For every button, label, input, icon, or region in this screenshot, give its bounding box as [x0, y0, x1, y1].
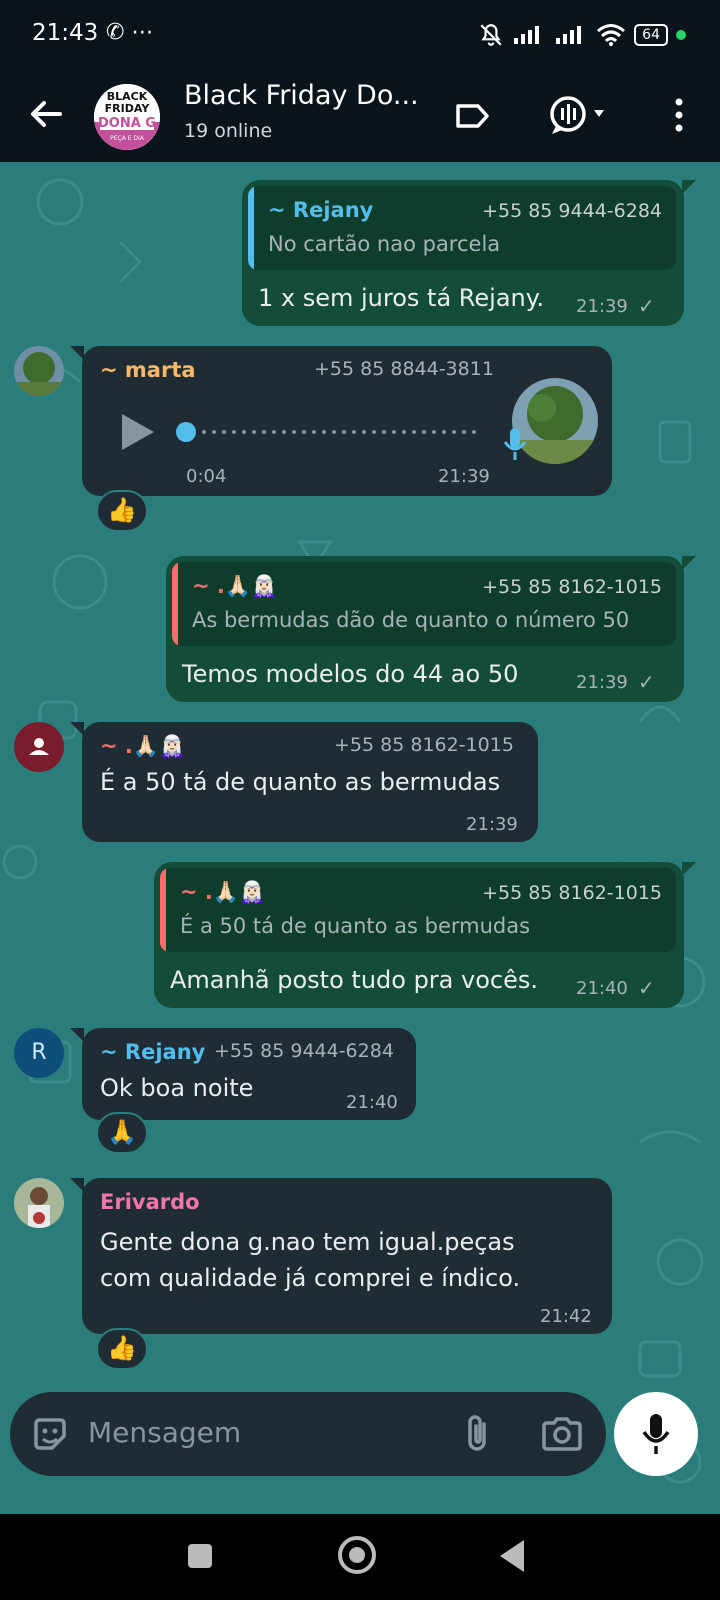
- back-arrow-icon[interactable]: [26, 94, 66, 134]
- wifi-icon: [597, 24, 626, 46]
- system-nav-bar: [0, 1514, 720, 1600]
- svg-text:PEÇA E DIA: PEÇA E DIA: [110, 135, 145, 142]
- incoming-message[interactable]: ~ .🙏🏻🧝🏻‍♀️ +55 85 8162-1015 É a 50 tá de…: [70, 722, 538, 842]
- svg-text:DONA G: DONA G: [98, 116, 156, 131]
- online-count: 19 online: [184, 120, 273, 142]
- home-button[interactable]: [338, 1536, 376, 1574]
- outgoing-message[interactable]: ~ Rejany +55 85 9444-6284 No cartão nao …: [242, 180, 696, 326]
- attach-icon[interactable]: [460, 1412, 494, 1456]
- message-time: 21:40: [346, 1092, 398, 1113]
- message-input[interactable]: Mensagem: [88, 1416, 241, 1449]
- status-bar: 21:43 ✆ ⋯ 64: [0, 0, 720, 70]
- voice-record-button[interactable]: [614, 1392, 698, 1476]
- message-text-line-1: Gente dona g.nao tem igual.peças: [100, 1228, 515, 1256]
- bubble-tail: [70, 1178, 84, 1192]
- message-time: 21:39: [576, 296, 628, 317]
- message-input-bar[interactable]: Mensagem: [10, 1392, 606, 1476]
- chat-header[interactable]: BLACK FRIDAY DONA G PEÇA E DIA Black Fri…: [0, 70, 720, 162]
- audio-duration: 0:04: [186, 466, 227, 487]
- incoming-audio-message[interactable]: ~ marta +55 85 8844-3811 0:04 21:39: [70, 346, 612, 496]
- quoted-text: No cartão nao parcela: [268, 232, 501, 256]
- status-time: 21:43: [32, 20, 99, 46]
- message-time: 21:42: [540, 1306, 592, 1327]
- quoted-text: As bermudas dão de quanto o número 50: [192, 608, 630, 632]
- mic-icon: [642, 1414, 670, 1454]
- outgoing-message[interactable]: ~ .🙏🏻🧝🏻‍♀️ +55 85 8162-1015 É a 50 tá de…: [154, 862, 696, 1008]
- notification-icons: ✆ ⋯: [106, 20, 154, 45]
- label-icon[interactable]: [452, 96, 492, 136]
- group-title[interactable]: Black Friday Do...: [184, 80, 424, 111]
- bubble-tail: [682, 556, 696, 570]
- sticker-icon[interactable]: [30, 1414, 70, 1454]
- quote-bar: [248, 186, 254, 270]
- message-text: Amanhã posto tudo pra vocês.: [170, 966, 538, 994]
- bubble-tail: [682, 862, 696, 876]
- sender-name[interactable]: ~ marta: [100, 358, 196, 382]
- quote-bar: [172, 562, 178, 646]
- avatar-erivardo[interactable]: [14, 1178, 64, 1228]
- signal-icon-2: [556, 26, 582, 44]
- message-time: 21:39: [438, 466, 490, 487]
- avatar-default[interactable]: [14, 722, 64, 772]
- privacy-dot: [676, 30, 686, 40]
- bubble-tail: [70, 722, 84, 736]
- quoted-phone: +55 85 8162-1015: [482, 882, 662, 904]
- incoming-message[interactable]: Erivardo Gente dona g.nao tem igual.peça…: [70, 1178, 612, 1334]
- message-text: É a 50 tá de quanto as bermudas: [100, 768, 501, 796]
- message-time: 21:39: [466, 814, 518, 835]
- bubble-tail: [70, 1028, 84, 1042]
- reaction-badge[interactable]: 👍: [96, 490, 148, 532]
- bubble-tail: [70, 346, 84, 360]
- quoted-sender: ~ .🙏🏻🧝🏻‍♀️: [192, 574, 278, 598]
- mic-badge-icon: [503, 428, 527, 460]
- quoted-sender: ~ .🙏🏻🧝🏻‍♀️: [180, 880, 266, 904]
- sent-check-icon: ✓: [638, 976, 655, 1000]
- camera-icon[interactable]: [540, 1414, 584, 1454]
- message-time: 21:39: [576, 672, 628, 693]
- quoted-phone: +55 85 8162-1015: [482, 576, 662, 598]
- outgoing-message[interactable]: ~ .🙏🏻🧝🏻‍♀️ +55 85 8162-1015 As bermudas …: [166, 556, 696, 702]
- quoted-text: É a 50 tá de quanto as bermudas: [180, 914, 531, 938]
- message-text: Ok boa noite: [100, 1074, 254, 1102]
- avatar-marta[interactable]: [14, 346, 64, 396]
- incoming-message[interactable]: ~ Rejany +55 85 9444-6284 Ok boa noite 2…: [70, 1028, 416, 1120]
- message-text: Temos modelos do 44 ao 50: [182, 660, 519, 688]
- svg-text:FRIDAY: FRIDAY: [105, 102, 151, 115]
- message-time: 21:40: [576, 978, 628, 999]
- sent-check-icon: ✓: [638, 670, 655, 694]
- quoted-message[interactable]: ~ .🙏🏻🧝🏻‍♀️ +55 85 8162-1015 As bermudas …: [172, 562, 676, 646]
- chat-area[interactable]: ~ Rejany +55 85 9444-6284 No cartão nao …: [0, 162, 720, 1514]
- sender-phone: +55 85 8162-1015: [334, 734, 514, 756]
- message-text-line-2: com qualidade já comprei e índico.: [100, 1264, 521, 1292]
- sender-phone: +55 85 9444-6284: [214, 1040, 394, 1062]
- quoted-sender: ~ Rejany: [268, 198, 374, 222]
- sender-name[interactable]: ~ .🙏🏻🧝🏻‍♀️: [100, 734, 185, 759]
- quoted-phone: +55 85 9444-6284: [482, 200, 662, 222]
- voice-chat-icon[interactable]: [546, 90, 612, 140]
- quoted-message[interactable]: ~ Rejany +55 85 9444-6284 No cartão nao …: [248, 186, 676, 270]
- sender-phone: +55 85 8844-3811: [314, 358, 494, 380]
- system-back-button[interactable]: [500, 1540, 524, 1572]
- recent-apps-button[interactable]: [188, 1544, 212, 1568]
- mute-bell-icon: [480, 24, 502, 46]
- home-button-inner: [349, 1547, 365, 1563]
- group-avatar[interactable]: BLACK FRIDAY DONA G PEÇA E DIA: [94, 84, 160, 150]
- sender-name[interactable]: Erivardo: [100, 1190, 200, 1214]
- reaction-badge[interactable]: 👍: [96, 1328, 148, 1370]
- avatar-rejany[interactable]: R: [14, 1028, 64, 1078]
- quoted-message[interactable]: ~ .🙏🏻🧝🏻‍♀️ +55 85 8162-1015 É a 50 tá de…: [160, 868, 676, 952]
- message-text: 1 x sem juros tá Rejany.: [258, 284, 545, 312]
- reaction-badge[interactable]: 🙏: [96, 1112, 148, 1154]
- status-right-icons: 64: [478, 22, 686, 48]
- sent-check-icon: ✓: [638, 294, 655, 318]
- signal-icon: [514, 26, 540, 44]
- quote-bar: [160, 868, 166, 952]
- battery-icon: 64: [634, 24, 668, 46]
- play-icon[interactable]: [118, 410, 158, 454]
- more-options-icon[interactable]: [664, 92, 694, 138]
- sender-name[interactable]: ~ Rejany: [100, 1040, 205, 1064]
- audio-waveform[interactable]: [174, 420, 494, 444]
- bubble-tail: [682, 180, 696, 194]
